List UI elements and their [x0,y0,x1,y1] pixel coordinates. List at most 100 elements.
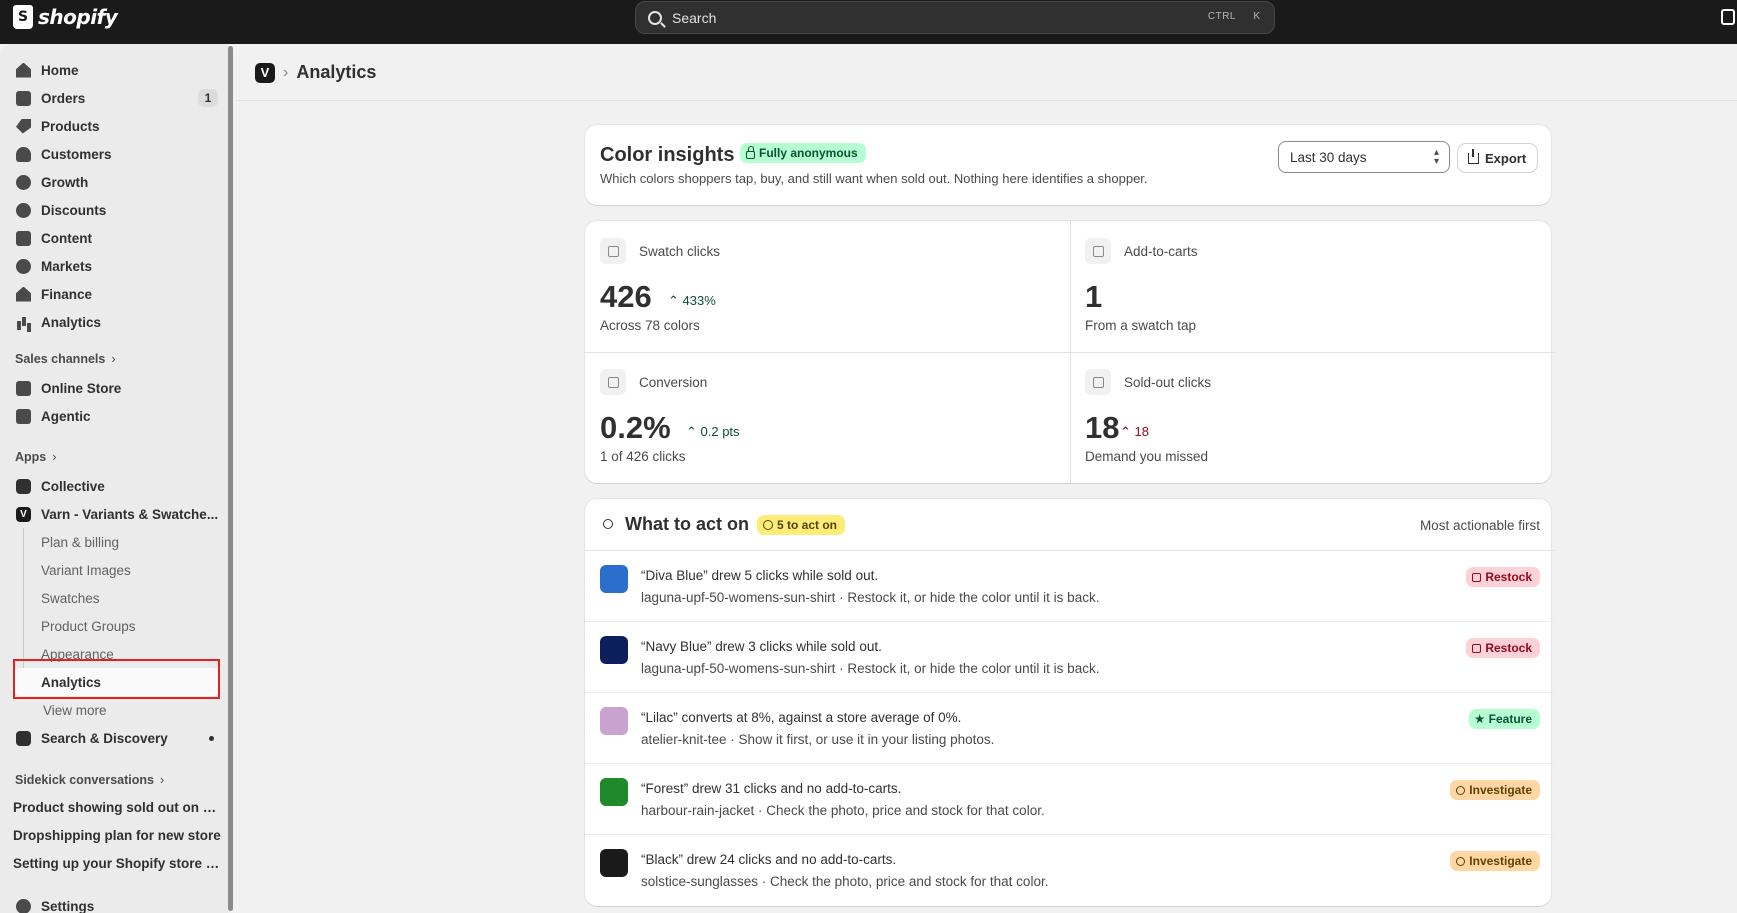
sidebar-item-analytics[interactable]: Analytics [0,308,226,336]
sidebar-scrollbar[interactable] [228,46,233,911]
sidebar-subitem-variant-images[interactable]: Variant Images [0,556,226,584]
active-item-highlight [13,659,220,699]
restock-tag[interactable]: Restock [1466,638,1540,658]
tag-label: Restock [1485,641,1532,655]
stat-value: 18 [1085,410,1120,445]
sidebar-view-more[interactable]: View more [0,696,226,724]
sidebar-item-home[interactable]: Home [0,56,226,84]
chevron-right-icon: › [159,773,165,787]
sidebar-item-label: Home [41,62,79,78]
sidebar-item-varn[interactable]: V Varn - Variants & Swatche... [0,500,226,528]
globe-icon [16,258,31,274]
stat-footnote: Across 78 colors [600,318,700,333]
stat-swatch-clicks: Swatch clicks 426 ⌃ 433% Across 78 color… [585,221,1070,352]
sidebar-item-markets[interactable]: Markets [0,252,226,280]
section-heading-label: Sales channels [15,352,106,366]
brand-name: shopify [38,5,118,29]
sidebar-item-settings[interactable]: Settings [0,892,226,913]
action-title: “Black” drew 24 clicks and no add-to-car… [641,852,897,867]
search-placeholder: Search [672,9,717,26]
investigate-tag[interactable]: Investigate [1450,851,1540,871]
sidebar-item-customers[interactable]: Customers [0,140,226,168]
date-range-select[interactable]: Last 30 days ▴ ▾ [1278,141,1450,173]
stat-value: 0.2% [600,410,671,445]
search-bar[interactable]: Search CTRL K [635,1,1275,34]
action-title: “Lilac” converts at 8%, against a store … [641,710,962,725]
store-icon [1472,572,1482,582]
inbox-icon [16,90,31,106]
clock-icon [763,520,773,530]
lock-icon [746,145,755,159]
action-row[interactable]: “Navy Blue” drew 3 clicks while sold out… [585,622,1555,693]
action-row[interactable]: “Diva Blue” drew 5 clicks while sold out… [585,551,1555,622]
sidebar-item-finance[interactable]: Finance [0,280,226,308]
action-row[interactable]: “Lilac” converts at 8%, against a store … [585,693,1555,764]
sidekick-panel-icon[interactable] [1721,9,1735,25]
export-button[interactable]: Export [1458,144,1537,172]
color-insights-card: Color insights Fully anonymous Which col… [585,125,1551,205]
color-swatch [600,565,628,593]
sidebar-item-label: Markets [41,258,93,274]
gear-icon [16,898,31,913]
color-swatch [600,707,628,735]
store-icon [1472,643,1482,653]
shortcut-ctrl: CTRL [1207,11,1236,22]
action-title: “Forest” drew 31 clicks and no add-to-ca… [641,781,902,796]
sidebar-subitem-swatches[interactable]: Swatches [0,584,226,612]
stat-footnote: Demand you missed [1085,449,1209,464]
apps-heading[interactable]: Apps › [15,450,56,464]
sidebar-subitem-label: Plan & billing [41,534,120,550]
sidekick-heading[interactable]: Sidekick conversations › [15,773,164,787]
sidebar-subitem-product-groups[interactable]: Product Groups [0,612,226,640]
sidebar-subitem-plan-billing[interactable]: Plan & billing [0,528,226,556]
action-subtitle: solstice-sunglasses · Check the photo, p… [641,874,1049,889]
select-arrows-icon: ▴ ▾ [1433,147,1439,167]
sidebar-item-search-discovery[interactable]: Search & Discovery [0,724,226,752]
sidebar-item-label: Varn - Variants & Swatche... [41,506,219,522]
sidebar-item-online-store[interactable]: Online Store [0,374,226,402]
shopify-logo[interactable]: shopify [13,5,118,29]
sidebar-item-agentic[interactable]: Agentic [0,402,226,430]
tag-label: Investigate [1469,783,1532,797]
section-heading-label: Apps [15,450,47,464]
sidebar-item-label: Finance [41,286,93,302]
stat-sold-out-clicks: Sold-out clicks 18 ⌃ 18 Demand you misse… [1070,352,1555,483]
anonymous-badge-label: Fully anonymous [759,146,858,160]
shopify-bag-icon [13,5,33,29]
export-label: Export [1485,150,1527,166]
color-swatch [600,849,628,877]
sidebar-item-label: Search & Discovery [41,730,168,746]
varn-app-icon[interactable]: V [255,62,275,83]
sidebar-item-label: Orders [41,90,86,106]
action-row[interactable]: “Forest” drew 31 clicks and no add-to-ca… [585,764,1555,835]
sidekick-conversation[interactable]: Dropshipping plan for new store [13,828,223,843]
bank-icon [16,286,31,302]
sidebar-subitem-label: Product Groups [41,618,136,634]
sidebar-item-orders[interactable]: Orders 1 [0,84,226,112]
sidebar-item-collective[interactable]: Collective [0,472,226,500]
magnifier-icon [1456,856,1466,866]
tag-label: Restock [1485,570,1532,584]
sidekick-conversation[interactable]: Product showing sold out on st... [13,800,223,815]
feature-tag[interactable]: Feature [1468,709,1540,729]
color-swatch [600,636,628,664]
stat-value: 1 [1085,279,1103,314]
stat-add-to-carts: Add-to-carts 1 From a swatch tap [1070,221,1555,352]
sidebar-item-content[interactable]: Content [0,224,226,252]
stat-footnote: 1 of 426 clicks [600,449,686,464]
sidebar-item-products[interactable]: Products [0,112,226,140]
stat-footnote: From a swatch tap [1085,318,1197,333]
export-icon [1468,148,1479,164]
action-row[interactable]: “Black” drew 24 clicks and no add-to-car… [585,835,1555,906]
agent-icon [16,408,31,424]
sales-channels-heading[interactable]: Sales channels › [15,352,116,366]
sidekick-conversation[interactable]: Setting up your Shopify store b... [13,856,223,871]
investigate-tag[interactable]: Investigate [1450,780,1540,800]
varn-app-icon: V [16,506,31,522]
stat-delta: ⌃ 433% [668,293,716,308]
sidebar-item-discounts[interactable]: Discounts [0,196,226,224]
magnifier-icon [1456,785,1466,795]
stat-delta-value: 433% [682,293,716,308]
restock-tag[interactable]: Restock [1466,567,1540,587]
sidebar-item-growth[interactable]: Growth [0,168,226,196]
